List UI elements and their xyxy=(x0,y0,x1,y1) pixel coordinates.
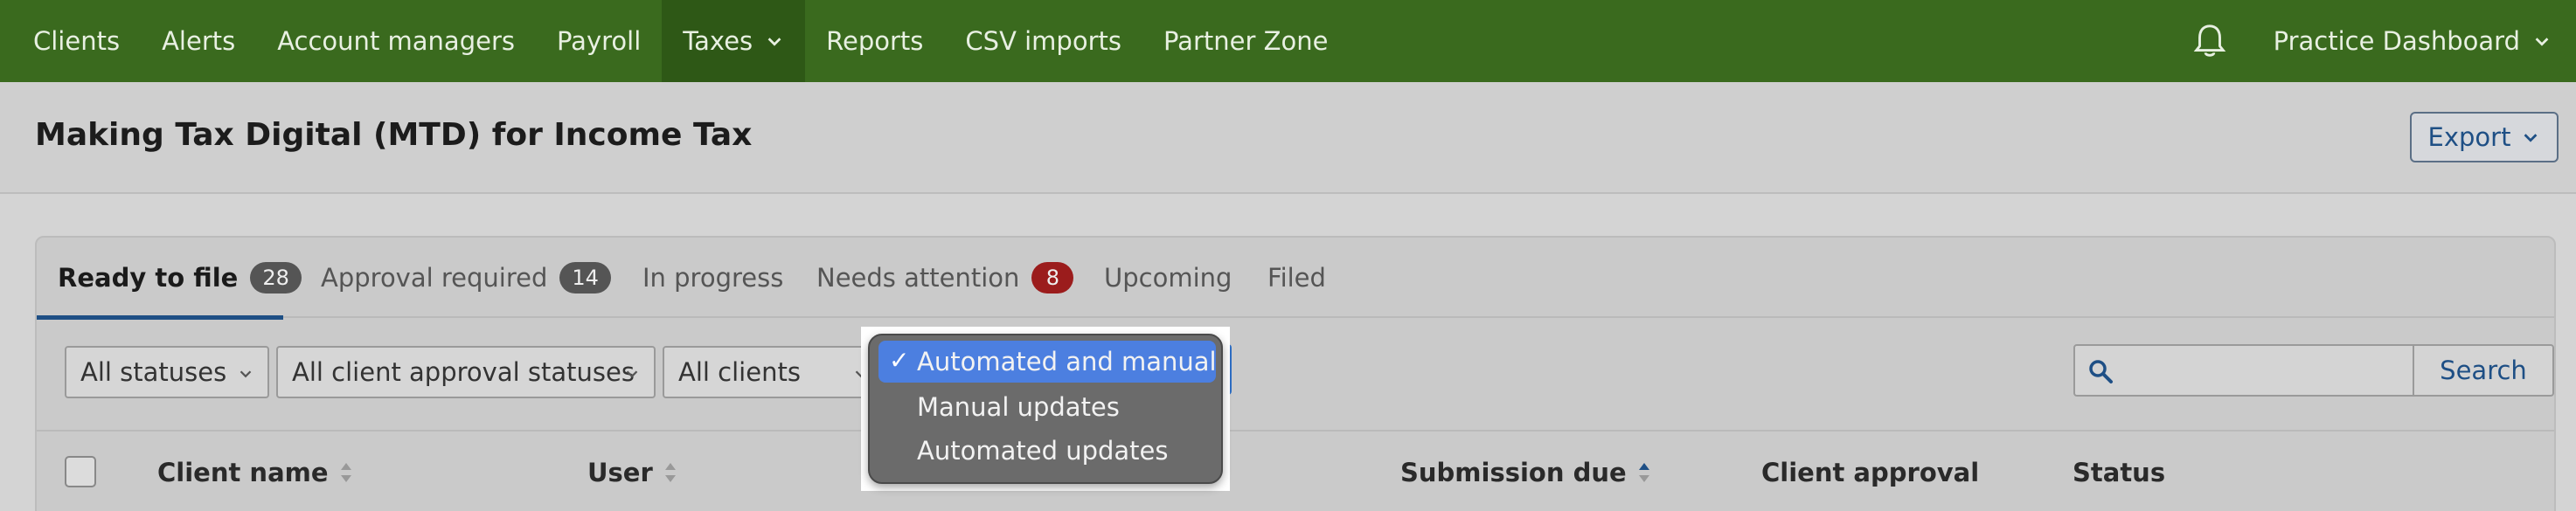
tab-label: Filed xyxy=(1267,263,1326,293)
tab-ready-to-file[interactable]: Ready to file 28 xyxy=(37,238,302,320)
tab-label: Approval required xyxy=(321,263,548,293)
option-label: Automated and manual xyxy=(917,347,1217,376)
count-badge: 28 xyxy=(250,262,302,293)
option-manual-updates[interactable]: Manual updates xyxy=(878,386,1216,428)
nav-label: Payroll xyxy=(556,26,642,56)
dropdown-menu: ✓ Automated and manual Manual updates Au… xyxy=(868,334,1223,484)
option-label: Automated updates xyxy=(917,436,1169,466)
tab-filed[interactable]: Filed xyxy=(1267,238,1326,318)
option-label: Manual updates xyxy=(917,392,1120,422)
nav-item-csv-imports[interactable]: CSV imports xyxy=(944,0,1142,82)
sort-icon xyxy=(664,463,676,482)
column-label: Status xyxy=(2073,458,2166,487)
chevron-down-icon xyxy=(2524,134,2538,142)
option-automated-and-manual[interactable]: ✓ Automated and manual xyxy=(878,341,1217,383)
nav-label: Partner Zone xyxy=(1163,26,1329,56)
option-automated-updates[interactable]: Automated updates xyxy=(878,430,1216,472)
update-type-dropdown: ✓ Automated and manual Manual updates Au… xyxy=(861,327,1230,491)
sort-icon xyxy=(340,463,351,482)
nav-item-alerts[interactable]: Alerts xyxy=(141,0,256,82)
tab-needs-attention[interactable]: Needs attention 8 xyxy=(816,238,1074,318)
export-button[interactable]: Export xyxy=(2410,112,2559,162)
nav-item-clients[interactable]: Clients xyxy=(0,0,141,82)
search-box: Search xyxy=(2073,344,2554,397)
tab-bar: Ready to file 28 Approval required 14 In… xyxy=(37,238,2554,320)
page-header: Making Tax Digital (MTD) for Income Tax … xyxy=(0,82,2576,194)
column-client-name[interactable]: Client name xyxy=(157,433,353,511)
chevron-down-icon xyxy=(2535,38,2549,46)
checkmark-icon: ✓ xyxy=(889,346,910,375)
chevron-down-icon xyxy=(626,370,638,378)
nav-item-payroll[interactable]: Payroll xyxy=(536,0,662,82)
nav-item-reports[interactable]: Reports xyxy=(805,0,944,82)
column-client-approval[interactable]: Client approval xyxy=(1761,433,1979,511)
search-input[interactable] xyxy=(2124,348,2404,393)
clients-filter-select[interactable]: All clients xyxy=(663,346,885,398)
select-value: All statuses xyxy=(80,357,227,387)
column-label: Client name xyxy=(157,458,329,487)
column-label: Client approval xyxy=(1761,458,1980,487)
approval-filter-select[interactable]: All client approval statuses xyxy=(276,346,656,398)
dashboard-label: Practice Dashboard xyxy=(2273,26,2520,56)
chevron-down-icon xyxy=(240,370,252,378)
bell-icon[interactable] xyxy=(2190,21,2230,61)
column-label: User xyxy=(587,458,653,487)
table-header: Client name User Submission due Client a… xyxy=(37,433,2554,511)
nav-item-taxes[interactable]: Taxes xyxy=(662,0,806,82)
nav-item-account-managers[interactable]: Account managers xyxy=(256,0,536,82)
search-button[interactable]: Search xyxy=(2413,346,2552,395)
alert-count-badge: 8 xyxy=(1031,262,1074,293)
filing-panel: Ready to file 28 Approval required 14 In… xyxy=(35,236,2556,511)
tab-approval-required[interactable]: Approval required 14 xyxy=(321,238,611,318)
nav-label: Alerts xyxy=(162,26,236,56)
nav-label: Clients xyxy=(33,26,121,56)
column-submission-due[interactable]: Submission due xyxy=(1400,433,1651,511)
nav-item-partner-zone[interactable]: Partner Zone xyxy=(1142,0,1349,82)
nav-right: Practice Dashboard xyxy=(2190,0,2552,82)
top-navigation: Clients Alerts Account managers Payroll … xyxy=(0,0,2576,82)
nav-label: Account managers xyxy=(277,26,515,56)
practice-dashboard-menu[interactable]: Practice Dashboard xyxy=(2274,0,2552,82)
column-user[interactable]: User xyxy=(587,433,677,511)
chevron-down-icon xyxy=(767,38,781,46)
page-title: Making Tax Digital (MTD) for Income Tax xyxy=(35,117,753,153)
status-filter-select[interactable]: All statuses xyxy=(65,346,269,398)
column-label: Submission due xyxy=(1400,458,1627,487)
select-value: All client approval statuses xyxy=(292,357,635,387)
tab-label: Upcoming xyxy=(1104,263,1232,293)
count-badge: 14 xyxy=(559,262,611,293)
select-all-checkbox[interactable] xyxy=(65,456,96,487)
tab-label: Needs attention xyxy=(816,263,1020,293)
filter-bar: All statuses All client approval statuse… xyxy=(37,320,2554,432)
search-icon xyxy=(2089,360,2113,383)
column-status[interactable]: Status xyxy=(2073,433,2165,511)
nav-label: CSV imports xyxy=(965,26,1121,56)
export-label: Export xyxy=(2427,122,2511,152)
tab-label: In progress xyxy=(642,263,784,293)
tab-upcoming[interactable]: Upcoming xyxy=(1104,238,1232,318)
nav-label: Taxes xyxy=(683,26,753,56)
sort-ascending-icon xyxy=(1638,463,1649,482)
nav-label: Reports xyxy=(826,26,924,56)
select-value: All clients xyxy=(678,357,801,387)
tab-label: Ready to file xyxy=(58,263,239,293)
tab-in-progress[interactable]: In progress xyxy=(642,238,783,318)
